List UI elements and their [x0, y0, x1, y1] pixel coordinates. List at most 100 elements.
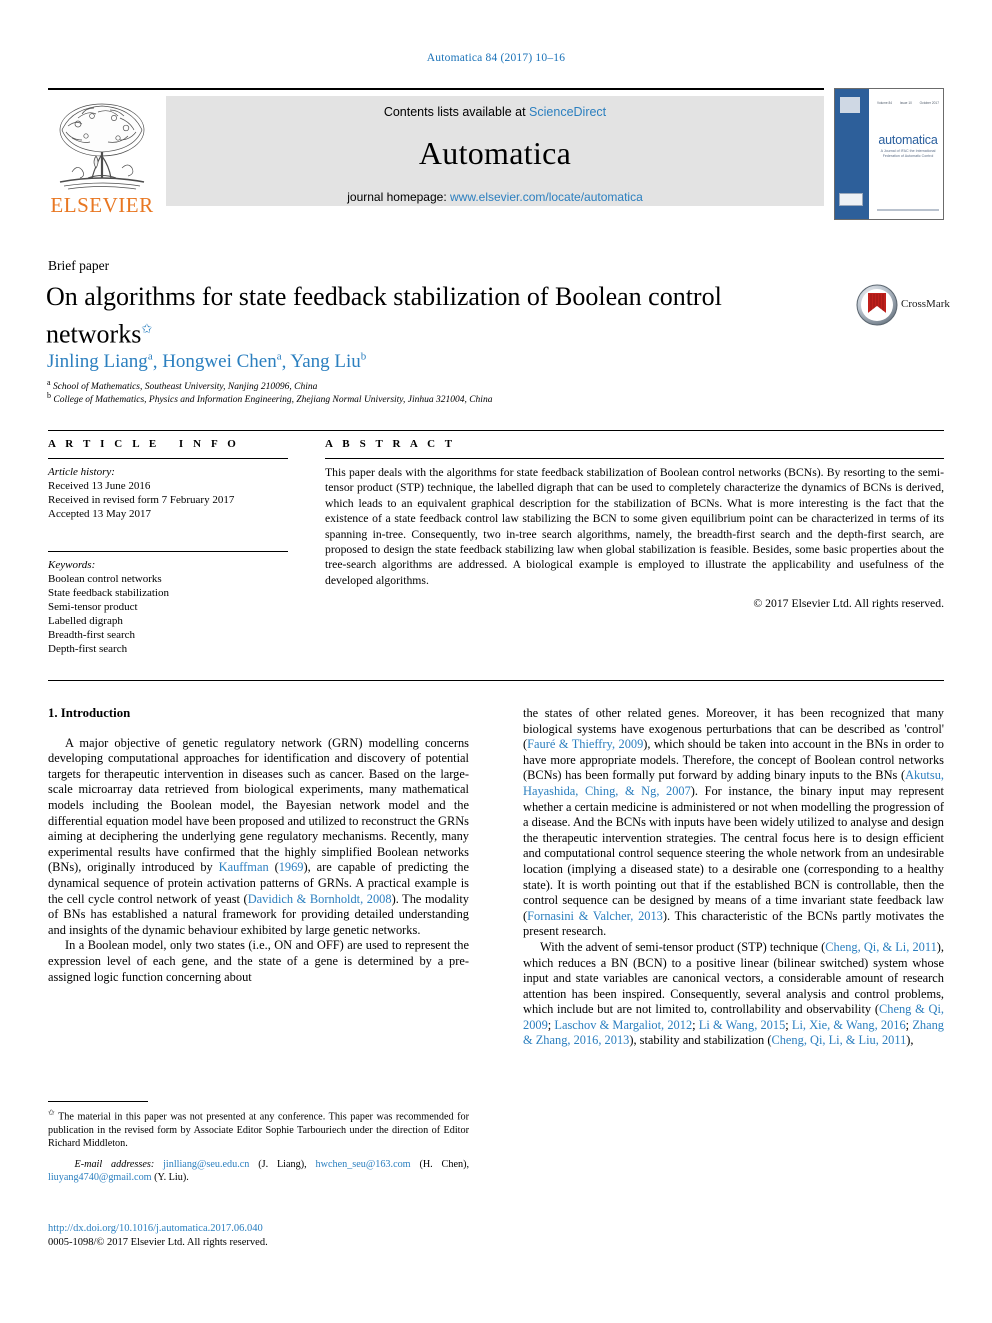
- body-column-right: the states of other related genes. Moreo…: [523, 706, 944, 1049]
- contents-available-line: Contents lists available at ScienceDirec…: [166, 105, 824, 119]
- author-2-affil-marker: a: [276, 351, 282, 363]
- article-info-heading: A R T I C L E I N F O: [48, 438, 240, 450]
- masthead-banner: Contents lists available at ScienceDirec…: [166, 96, 824, 206]
- body-column-left: 1. Introduction A major objective of gen…: [48, 706, 469, 985]
- citation-link[interactable]: Cheng, Qi, Li, & Liu, 2011: [771, 1033, 906, 1047]
- article-type-label: Brief paper: [48, 258, 110, 273]
- keyword-item: Boolean control networks: [48, 573, 162, 585]
- author-list: Jinling Lianga, Hongwei Chena, Yang Liub: [47, 351, 367, 373]
- author-1-affil-marker: a: [147, 351, 153, 363]
- citation-link[interactable]: Kauffman: [219, 860, 269, 874]
- author-3-affil-marker: b: [360, 351, 367, 363]
- citation-link[interactable]: Li, Xie, & Wang, 2016: [792, 1018, 906, 1032]
- crossmark-icon: [856, 284, 898, 326]
- citation-link[interactable]: Li & Wang, 2015: [699, 1018, 785, 1032]
- elsevier-logo: ELSEVIER: [48, 96, 156, 218]
- journal-masthead: ELSEVIER Contents lists available at Sci…: [48, 88, 944, 220]
- author-1[interactable]: Jinling Lianga: [47, 351, 153, 372]
- history-item-received: Received 13 June 2016: [48, 480, 151, 492]
- doi-link[interactable]: http://dx.doi.org/10.1016/j.automatica.2…: [48, 1222, 548, 1236]
- cover-journal-title: automatica: [878, 133, 938, 147]
- history-item-revised: Received in revised form 7 February 2017: [48, 494, 235, 506]
- article-footnote: ✩ The material in this paper was not pre…: [48, 1106, 469, 1150]
- elsevier-tree-icon: [59, 103, 145, 190]
- title-footnote-marker: ✩: [141, 321, 153, 336]
- email-owner-liang: (J. Liang): [258, 1159, 305, 1170]
- info-band-bottom-rule: [48, 680, 944, 681]
- footnote-text: The material in this paper was not prese…: [48, 1111, 469, 1149]
- keyword-item: State feedback stabilization: [48, 587, 169, 599]
- author-3-name: Yang Liu: [290, 351, 361, 373]
- paragraph: In a Boolean model, only two states (i.e…: [48, 938, 469, 984]
- author-3[interactable]: Yang Liub: [290, 351, 366, 372]
- abstract-heading: A B S T R A C T: [325, 438, 456, 450]
- article-history-label: Article history:: [48, 466, 115, 478]
- citation-link[interactable]: 1969: [279, 860, 304, 874]
- citation-link[interactable]: Davidich & Bornholdt, 2008: [248, 892, 392, 906]
- author-1-name: Jinling Liang: [47, 351, 148, 373]
- cover-journal-subtitle: A Journal of IFAC the International Fede…: [880, 149, 936, 158]
- email-link-chen[interactable]: hwchen_seu@163.com: [316, 1159, 411, 1170]
- article-info-rule: [48, 458, 288, 459]
- article-title-text: On algorithms for state feedback stabili…: [46, 282, 722, 349]
- affiliation-b-marker: b: [47, 391, 51, 400]
- email-link-liu[interactable]: liuyang4740@gmail.com: [48, 1172, 152, 1183]
- paragraph: A major objective of genetic regulatory …: [48, 735, 469, 937]
- email-addresses-block: E-mail addresses: jinlliang@seu.edu.cn (…: [48, 1159, 470, 1184]
- affiliation-a-marker: a: [47, 378, 51, 387]
- crossmark-label: CrossMark: [901, 298, 950, 310]
- citation-link[interactable]: Cheng, Qi, & Li, 2011: [825, 940, 936, 954]
- section-heading-introduction: 1. Introduction: [48, 706, 131, 720]
- keyword-item: Breadth-first search: [48, 629, 136, 641]
- keywords-list: Keywords: Boolean control networks State…: [48, 558, 288, 656]
- keywords-rule: [48, 551, 288, 552]
- citation-link[interactable]: Akutsu, Hayashida, Ching, & Ng, 2007: [523, 768, 944, 798]
- journal-cover-thumbnail: Volume 84 Issue 10 October 2017 automati…: [834, 88, 944, 220]
- keyword-item: Labelled digraph: [48, 615, 123, 627]
- abstract-panel: A B S T R A C T This paper deals with th…: [325, 438, 944, 610]
- author-2-name: Hongwei Chen: [162, 351, 277, 373]
- homepage-prefix: journal homepage:: [347, 190, 450, 204]
- paper-page: Automatica 84 (2017) 10–16 ELSEVIER Cont…: [0, 0, 992, 1323]
- affiliation-b-text: College of Mathematics, Physics and Info…: [53, 395, 493, 406]
- footnote-marker: ✩: [48, 1108, 55, 1117]
- journal-title: Automatica: [418, 135, 572, 171]
- email-owner-chen: (H. Chen): [419, 1159, 467, 1170]
- cover-ifac-logo-icon: [840, 97, 860, 113]
- citation-link[interactable]: Fornasini & Valcher, 2013: [527, 909, 663, 923]
- citation-link[interactable]: Fauré & Thieffry, 2009: [527, 737, 643, 751]
- author-2[interactable]: Hongwei Chena: [162, 351, 281, 372]
- elsevier-wordmark: ELSEVIER: [50, 193, 154, 217]
- article-history: Article history: Received 13 June 2016 R…: [48, 465, 288, 521]
- affiliation-b: b College of Mathematics, Physics and In…: [47, 389, 847, 407]
- cover-issue-line: Volume 84 Issue 10 October 2017: [877, 101, 939, 105]
- keyword-item: Depth-first search: [48, 643, 128, 655]
- journal-homepage-link[interactable]: www.elsevier.com/locate/automatica: [450, 190, 643, 204]
- abstract-copyright: © 2017 Elsevier Ltd. All rights reserved…: [753, 597, 944, 611]
- history-item-accepted: Accepted 13 May 2017: [48, 508, 151, 520]
- citation-link[interactable]: Laschov & Margaliot, 2012: [554, 1018, 692, 1032]
- abstract-rule: [325, 458, 944, 459]
- cover-date: October 2017: [919, 101, 939, 105]
- email-owner-liu: (Y. Liu): [154, 1172, 187, 1184]
- cover-volume: Volume 84: [877, 101, 893, 105]
- info-band-top-rule: [48, 430, 944, 431]
- contents-prefix: Contents lists available at: [383, 105, 530, 119]
- email-addresses-label: E-mail addresses:: [74, 1159, 155, 1170]
- sciencedirect-link[interactable]: ScienceDirect: [529, 105, 606, 119]
- running-head: Automatica 84 (2017) 10–16: [426, 52, 566, 64]
- cover-publisher-mark-icon: [839, 193, 863, 206]
- crossmark-badge[interactable]: CrossMark: [856, 284, 950, 328]
- paragraph: the states of other related genes. Moreo…: [523, 706, 944, 939]
- cover-issue: Issue 10: [899, 101, 912, 105]
- email-link-liang[interactable]: jinlliang@seu.edu.cn: [163, 1159, 249, 1170]
- keywords-label: Keywords:: [48, 559, 96, 571]
- masthead-top-rule: [48, 88, 824, 90]
- cover-footer-rule: [877, 209, 939, 211]
- issn-copyright-line: 0005-1098/© 2017 Elsevier Ltd. All right…: [48, 1237, 268, 1248]
- doi-block: http://dx.doi.org/10.1016/j.automatica.2…: [48, 1222, 548, 1250]
- abstract-text: This paper deals with the algorithms for…: [325, 466, 944, 587]
- paragraph: With the advent of semi-tensor product (…: [523, 939, 944, 1048]
- article-info-panel: A R T I C L E I N F O Article history: R…: [48, 438, 288, 656]
